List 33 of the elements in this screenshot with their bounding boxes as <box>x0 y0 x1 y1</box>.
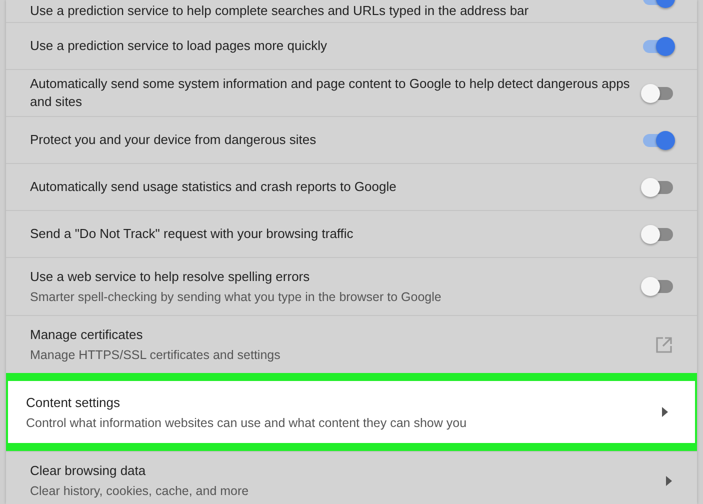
setting-row[interactable]: Protect you and your device from dangerous sites <box>6 116 697 163</box>
setting-row[interactable]: Manage certificates Manage HTTPS/SSL certificates and settings <box>6 315 697 373</box>
toggle-switch[interactable] <box>643 134 673 146</box>
toggle-switch[interactable] <box>643 40 673 52</box>
setting-title: Protect you and your device from dangerous sites <box>30 131 318 149</box>
setting-description: Clear history, cookies, cache, and more <box>30 483 250 499</box>
setting-title: Automatically send usage statistics and crash reports to Google <box>30 178 398 196</box>
setting-row[interactable]: Use a prediction service to help complete searches and URLs typed in the address bar <box>6 0 697 22</box>
setting-title: Automatically send some system information and page content to Google to help detect dangerous apps and sites <box>30 75 631 111</box>
setting-row[interactable]: Clear browsing data Clear history, cookies, cache, and more <box>6 451 697 504</box>
setting-title: Use a web service to help resolve spelling errors <box>30 268 311 286</box>
setting-title: Manage certificates <box>30 326 144 344</box>
caret-icon[interactable] <box>661 407 669 417</box>
setting-row[interactable]: Automatically send usage statistics and crash reports to Google <box>6 163 697 210</box>
caret-icon[interactable] <box>665 476 673 486</box>
toggle-switch[interactable] <box>643 86 673 100</box>
setting-row[interactable]: Send a "Do Not Track" request with your browsing traffic <box>6 210 697 257</box>
setting-description: Smarter spell-checking by sending what you type in the browser to Google <box>30 289 442 305</box>
setting-title: Send a "Do Not Track" request with your browsing traffic <box>30 225 354 243</box>
highlighted-setting-row[interactable]: Content settings Control what information websites can use and what content they can show you <box>6 373 697 451</box>
setting-description: Control what information websites can use and what content they can show you <box>26 414 468 430</box>
setting-title: Clear browsing data <box>30 462 147 480</box>
setting-title: Use a prediction service to help complete searches and URLs typed in the address bar <box>30 2 530 20</box>
external-link-icon[interactable] <box>655 336 673 354</box>
setting-row[interactable]: Automatically send some system information and page content to Google to help detect dangerous apps and sites <box>6 69 697 116</box>
toggle-switch[interactable] <box>643 228 673 240</box>
setting-row[interactable]: Use a prediction service to load pages more quickly <box>6 22 697 69</box>
setting-description: Manage HTTPS/SSL certificates and settings <box>30 347 282 363</box>
toggle-switch[interactable] <box>643 280 673 293</box>
toggle-switch[interactable] <box>643 180 673 194</box>
setting-title: Content settings <box>26 394 121 412</box>
setting-title: Use a prediction service to load pages more quickly <box>30 37 328 55</box>
setting-row[interactable]: Use a web service to help resolve spelling errors Smarter spell-checking by sending what you type in the browser to Google <box>6 257 697 315</box>
